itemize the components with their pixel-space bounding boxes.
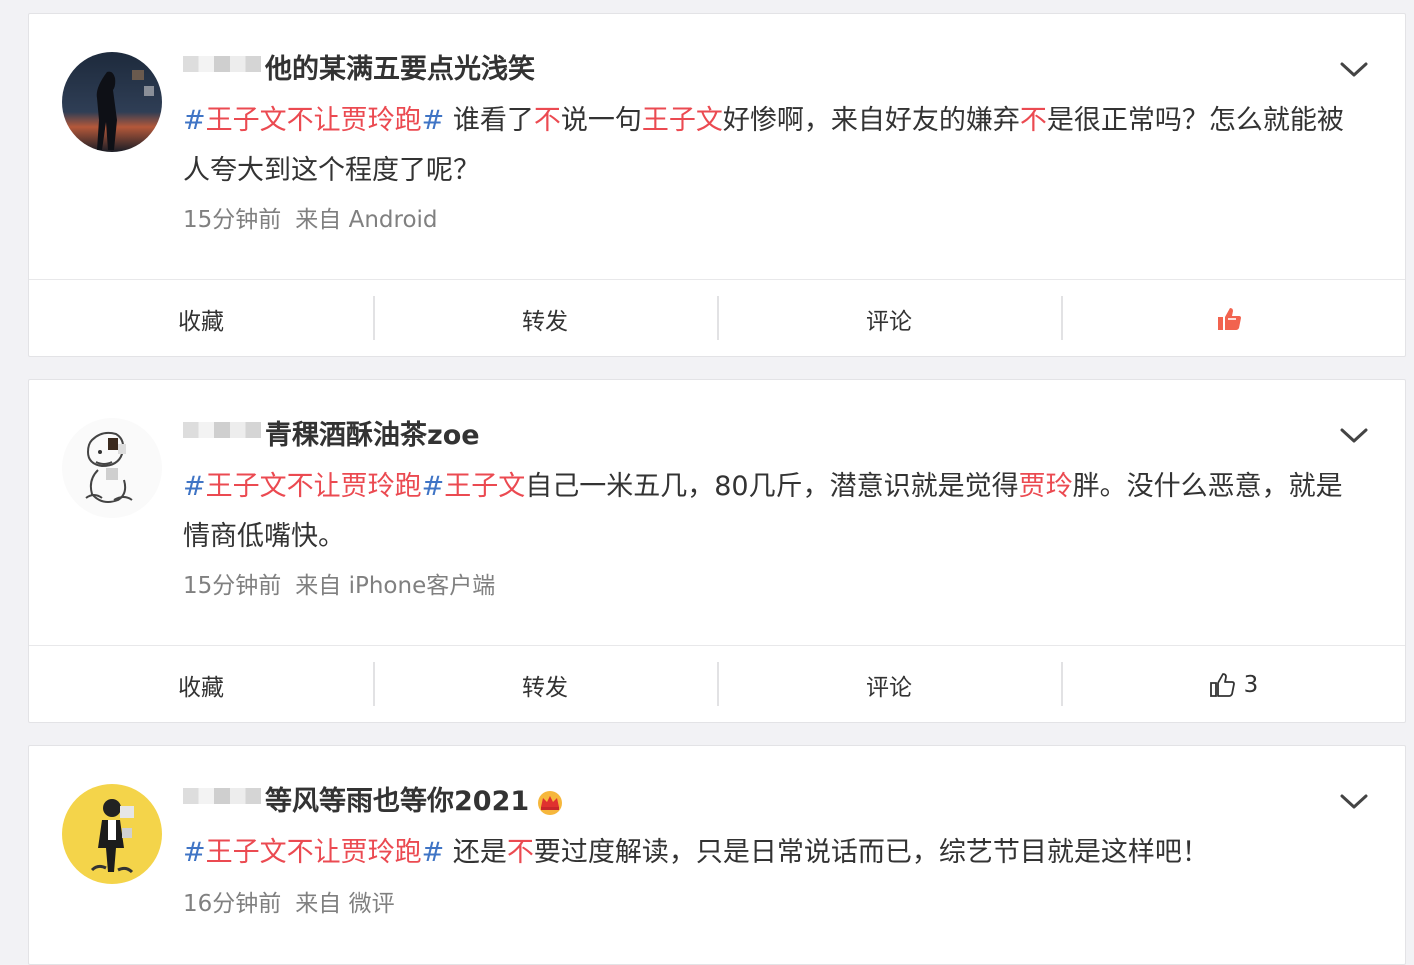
topic-link[interactable]: # (422, 105, 445, 136)
repost-button[interactable]: 转发 (373, 646, 717, 723)
topic-link[interactable]: 王子文不让贾玲跑 (206, 837, 422, 868)
redaction-mosaic (183, 787, 261, 804)
keyword-highlight: 王子文 (641, 105, 723, 136)
username-text[interactable]: 青稞酒酥油茶zoe (265, 420, 480, 451)
chevron-down-icon[interactable] (1339, 792, 1369, 812)
avatar-cartoon-sketch (62, 418, 162, 518)
post-card: 等风等雨也等你2021 #王子文不让贾玲跑# 还是不要过度解读，只是日常说话而已… (28, 745, 1406, 965)
username[interactable]: 青稞酒酥油茶zoe (183, 418, 480, 454)
favorite-button[interactable]: 收藏 (29, 280, 373, 357)
post-text: 说一句 (560, 105, 642, 136)
comment-label: 评论 (866, 308, 912, 335)
topic-link[interactable]: 王子文 (444, 471, 525, 502)
post-text: 要过度解读，只是日常说话而已，综艺节目就是这样吧！ (533, 837, 1209, 868)
post-source: 来自 Android (295, 207, 438, 233)
topic-link[interactable]: # (422, 837, 445, 868)
redaction-mosaic (183, 55, 261, 72)
keyword-highlight: 不 (1019, 105, 1047, 136)
repost-button[interactable]: 转发 (373, 280, 717, 357)
topic-link[interactable]: # (183, 837, 206, 868)
comment-button[interactable]: 评论 (717, 646, 1061, 723)
keyword-highlight: 贾玲 (1018, 471, 1073, 502)
topic-link[interactable]: 王子文不让贾玲跑 (206, 105, 422, 136)
comment-label: 评论 (866, 674, 912, 701)
topic-link[interactable]: # (183, 105, 206, 136)
post-card: 他的某满五要点光浅笑 #王子文不让贾玲跑# 谁看了不说一句王子文好惨啊，来自好友… (28, 13, 1406, 357)
post-time[interactable]: 15分钟前 (183, 207, 281, 233)
post-card: 青稞酒酥油茶zoe #王子文不让贾玲跑#王子文自己一米五几，80几斤，潜意识就是… (28, 379, 1406, 723)
keyword-highlight: 不 (533, 105, 561, 136)
keyword-highlight: 不 (506, 837, 534, 868)
comment-button[interactable]: 评论 (717, 280, 1061, 357)
post-text: 还是 (444, 837, 507, 868)
topic-link[interactable]: # (422, 471, 445, 502)
post-time[interactable]: 15分钟前 (183, 573, 281, 599)
thumbs-up-icon (1209, 672, 1235, 697)
post-source: 来自 微评 (295, 891, 395, 917)
like-button[interactable]: 3 (1061, 646, 1405, 723)
username[interactable]: 他的某满五要点光浅笑 (183, 52, 535, 88)
redaction-mosaic (183, 421, 261, 438)
topic-link[interactable]: 王子文不让贾玲跑 (206, 471, 422, 502)
post-text: 谁看了 (444, 105, 534, 136)
topic-link[interactable]: # (183, 471, 206, 502)
post-time[interactable]: 16分钟前 (183, 891, 281, 917)
post-source: 来自 iPhone客户端 (295, 573, 496, 599)
repost-label: 转发 (522, 674, 568, 701)
post-content: #王子文不让贾玲跑#王子文自己一米五几，80几斤，潜意识就是觉得贾玲胖。没什么恶… (183, 462, 1353, 562)
post-meta: 15分钟前 来自 iPhone客户端 (183, 568, 495, 604)
post-meta: 15分钟前 来自 Android (183, 202, 438, 238)
like-count: 3 (1243, 671, 1259, 698)
username-text[interactable]: 他的某满五要点光浅笑 (265, 54, 535, 85)
username[interactable]: 等风等雨也等你2021 (183, 784, 565, 820)
favorite-button[interactable]: 收藏 (29, 646, 373, 723)
action-bar: 收藏 转发 评论 (29, 279, 1405, 357)
repost-label: 转发 (522, 308, 568, 335)
crown-icon[interactable] (535, 790, 565, 816)
weibo-feed: 他的某满五要点光浅笑 #王子文不让贾玲跑# 谁看了不说一句王子文好惨啊，来自好友… (0, 0, 1414, 965)
avatar[interactable] (62, 784, 162, 884)
avatar[interactable] (62, 52, 162, 152)
post-text: 自己一米五几，80几斤，潜意识就是觉得 (525, 471, 1019, 502)
post-text: 好惨啊，来自好友的嫌弃 (722, 105, 1020, 136)
post-content: #王子文不让贾玲跑# 还是不要过度解读，只是日常说话而已，综艺节目就是这样吧！ (183, 828, 1353, 878)
avatar[interactable] (62, 418, 162, 518)
favorite-label: 收藏 (178, 674, 224, 701)
action-bar: 收藏 转发 评论 3 (29, 645, 1405, 723)
post-meta: 16分钟前 来自 微评 (183, 886, 395, 922)
thumbs-up-filled-icon (1218, 307, 1241, 330)
avatar-photo-silhouette (62, 52, 162, 152)
favorite-label: 收藏 (178, 308, 224, 335)
post-content: #王子文不让贾玲跑# 谁看了不说一句王子文好惨啊，来自好友的嫌弃不是很正常吗？怎… (183, 96, 1353, 196)
avatar-yellow-figure (62, 784, 162, 884)
chevron-down-icon[interactable] (1339, 426, 1369, 446)
chevron-down-icon[interactable] (1339, 60, 1369, 80)
username-text[interactable]: 等风等雨也等你2021 (265, 786, 529, 817)
like-button[interactable] (1061, 280, 1405, 357)
